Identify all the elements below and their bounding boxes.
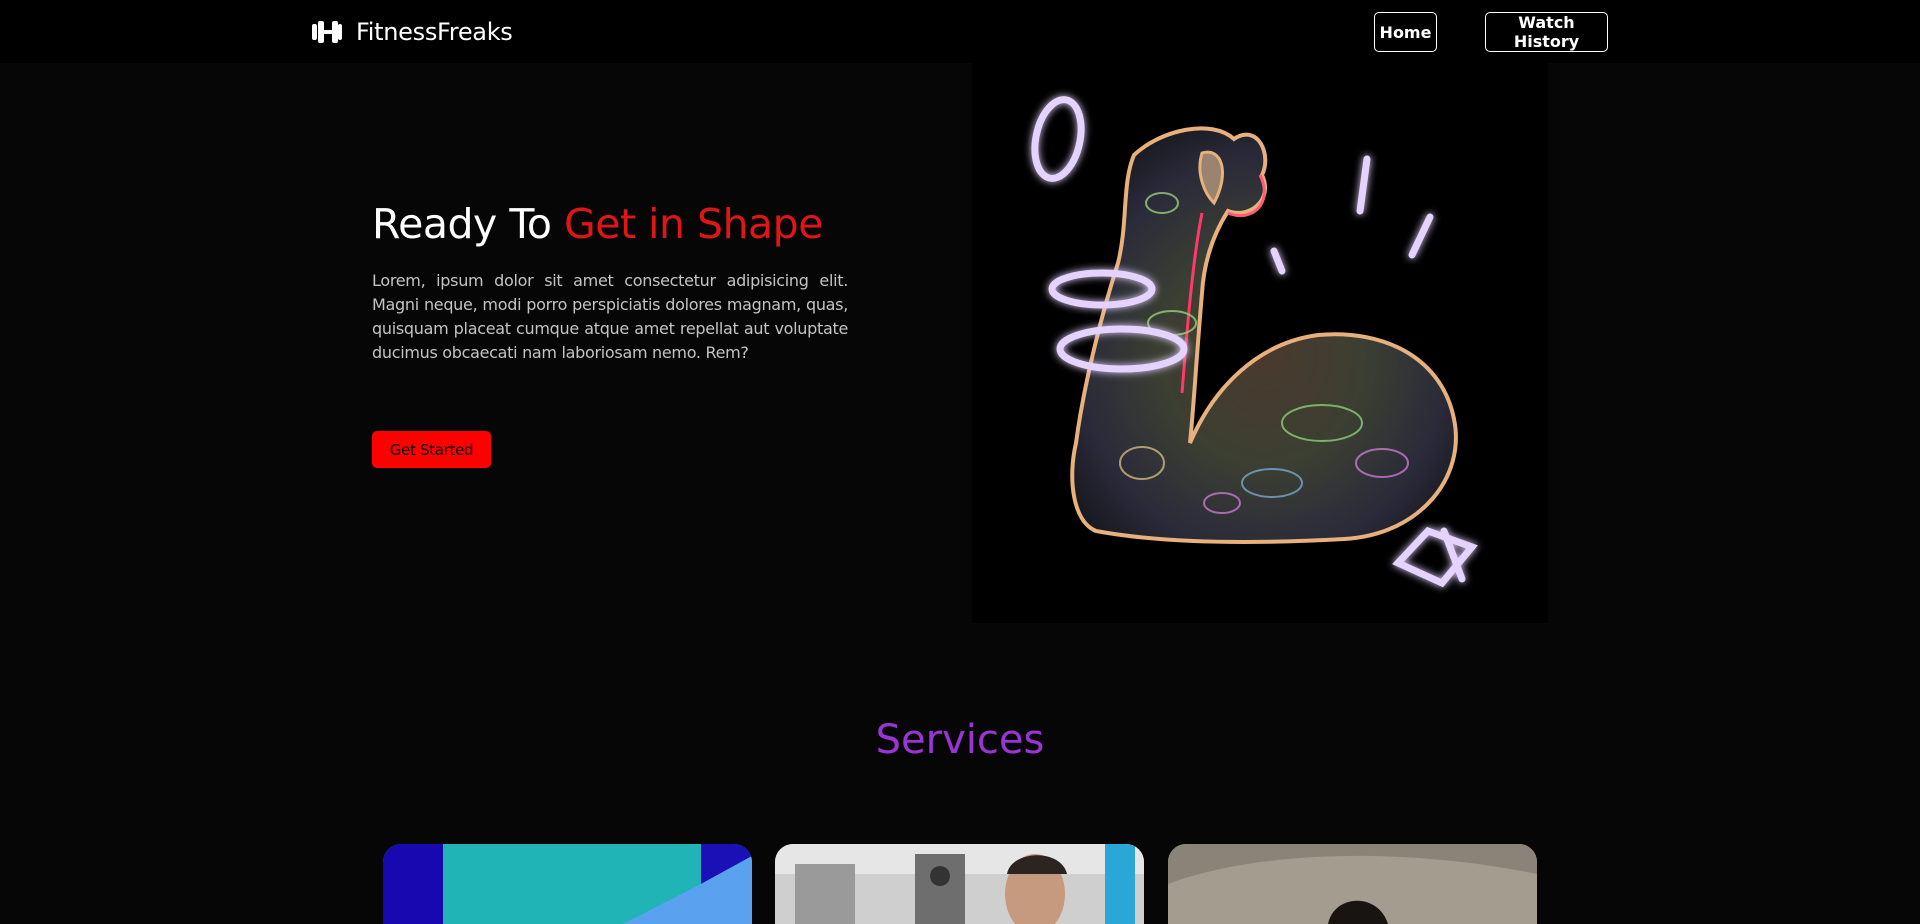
service-card[interactable] [383,844,752,924]
hero-title-prefix: Ready To [372,200,552,248]
portrait-photo [1168,844,1537,924]
hero-description: Lorem, ipsum dolor sit amet consectetur … [372,271,848,362]
hero-image [972,63,1548,623]
dumbbell-icon [312,20,342,43]
get-started-button[interactable]: Get Started [372,431,491,468]
brand[interactable]: FitnessFreaks [310,0,513,63]
service-card[interactable] [1168,844,1537,924]
abstract-color-image [383,844,752,924]
gym-photo [775,844,1144,924]
navbar: FitnessFreaks Home Watch History [0,0,1920,63]
service-card[interactable] [775,844,1144,924]
brand-name: FitnessFreaks [356,17,513,46]
hero-title: Ready To Get in Shape [372,200,823,248]
home-button[interactable]: Home [1374,12,1437,52]
watch-history-button[interactable]: Watch History [1485,12,1608,52]
flexed-bicep-illustration [1031,96,1478,588]
services-title: Services [875,717,1045,763]
hero-title-accent: Get in Shape [564,200,823,248]
